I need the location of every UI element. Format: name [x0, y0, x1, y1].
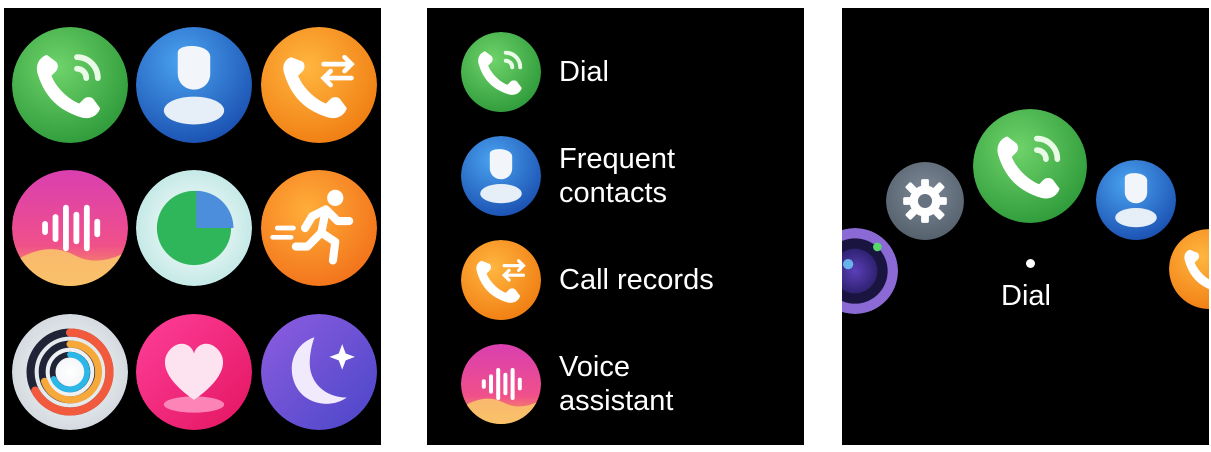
list-item-label: Call records [559, 264, 714, 296]
workout-icon[interactable] [261, 170, 377, 286]
list-item-label: Dial [559, 56, 609, 88]
activity-rings-icon[interactable] [12, 314, 128, 430]
app-carousel-screen: Dial [842, 8, 1209, 445]
phone-icon [461, 32, 541, 112]
list-item-label: Frequent contacts [559, 143, 676, 209]
heart-rate-icon[interactable] [136, 314, 252, 430]
contacts-icon[interactable] [136, 27, 252, 143]
list-item-frequent-contacts[interactable]: Frequent contacts [461, 136, 769, 216]
list-item-label: Voice assistant [559, 351, 674, 417]
list-item-call-records[interactable]: Call records [461, 240, 769, 320]
page-indicator-dot [1026, 259, 1035, 268]
list-item-voice-assistant[interactable]: Voice assistant [461, 344, 769, 424]
voice-assistant-icon [461, 344, 541, 424]
contacts-icon [461, 136, 541, 216]
list-item-dial[interactable]: Dial [461, 32, 769, 112]
focused-app-label: Dial [1001, 280, 1051, 312]
settings-gear-icon[interactable] [886, 162, 964, 240]
app-grid-screen [4, 8, 381, 445]
call-records-icon[interactable] [1169, 229, 1209, 309]
call-records-icon [461, 240, 541, 320]
contacts-icon[interactable] [1096, 160, 1176, 240]
call-records-icon[interactable] [261, 27, 377, 143]
app-list-screen: Dial Frequent contacts Call records Voic… [427, 8, 804, 445]
camera-icon[interactable] [842, 228, 898, 314]
phone-icon[interactable] [973, 109, 1087, 223]
phone-icon[interactable] [12, 27, 128, 143]
sleep-icon[interactable] [261, 314, 377, 430]
voice-assistant-icon[interactable] [12, 170, 128, 286]
pie-chart-icon[interactable] [136, 170, 252, 286]
